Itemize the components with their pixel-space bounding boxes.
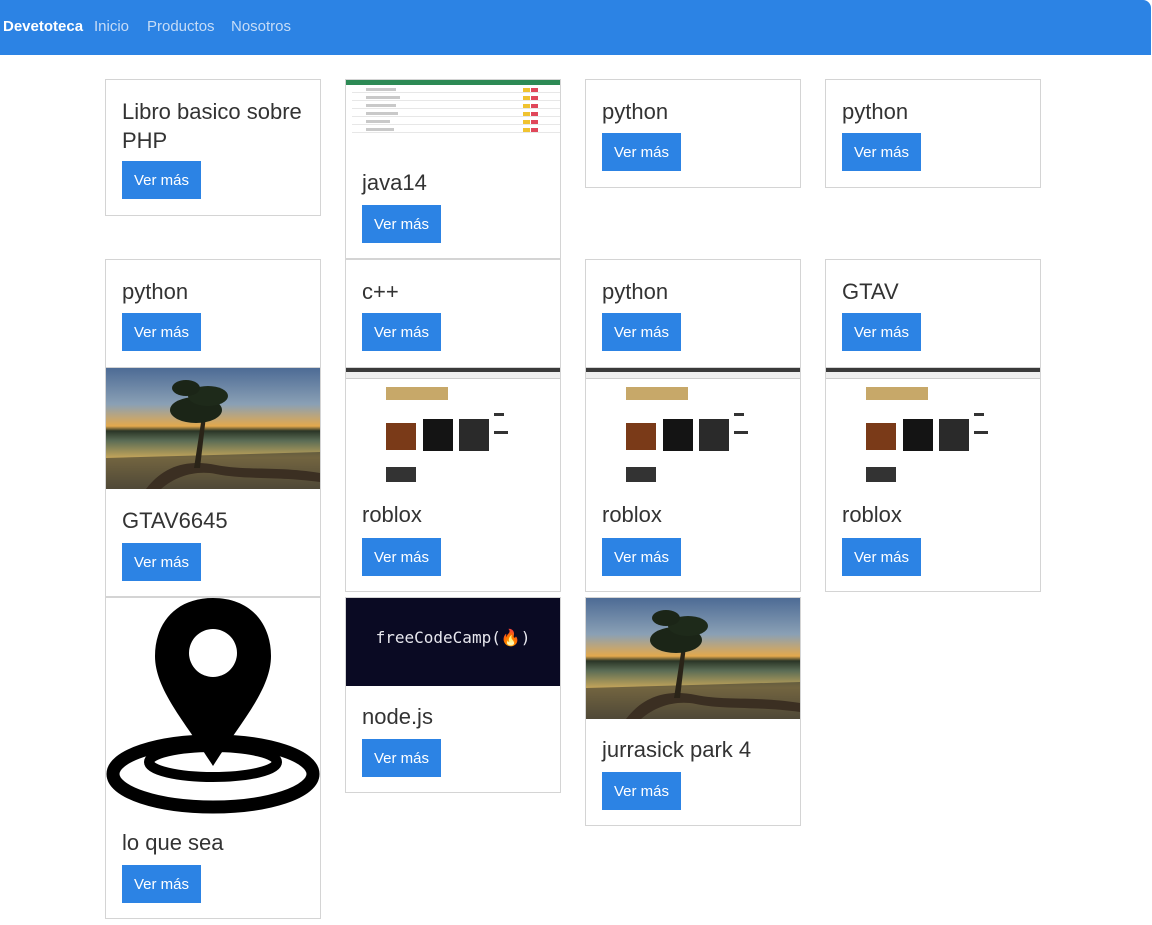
brand-link[interactable]: Devetoteca <box>3 18 83 35</box>
ver-mas-button[interactable]: Ver más <box>122 865 201 903</box>
card-title: python <box>842 99 909 124</box>
card-title: java14 <box>362 170 427 195</box>
location-pin-icon <box>106 598 320 814</box>
card-title: jurrasick park 4 <box>602 737 752 762</box>
card-title: python <box>602 99 669 124</box>
ver-mas-button[interactable]: Ver más <box>362 313 441 351</box>
card-image <box>826 368 1040 485</box>
product-card: python Ver más <box>825 79 1041 188</box>
product-card: lo que sea Ver más <box>105 597 321 919</box>
product-card: python Ver más <box>105 259 321 368</box>
navbar: Devetoteca Inicio Productos Nosotros <box>0 0 1151 55</box>
product-card: roblox Ver más <box>345 367 561 592</box>
product-card: freeCodeCamp(🔥) node.js Ver más <box>345 597 561 793</box>
product-card: roblox Ver más <box>585 367 801 592</box>
card-title: c++ <box>362 279 399 304</box>
ver-mas-button[interactable]: Ver más <box>842 313 921 351</box>
card-image <box>106 598 320 816</box>
product-card: roblox Ver más <box>825 367 1041 592</box>
product-card: python Ver más <box>585 259 801 368</box>
card-title: roblox <box>842 502 902 527</box>
product-card: python Ver más <box>585 79 801 188</box>
card-title: roblox <box>602 502 662 527</box>
ver-mas-button[interactable]: Ver más <box>602 133 681 171</box>
card-title: roblox <box>362 502 422 527</box>
product-card: GTAV Ver más <box>825 259 1041 368</box>
ver-mas-button[interactable]: Ver más <box>602 772 681 810</box>
ver-mas-button[interactable]: Ver más <box>122 161 201 199</box>
card-title: node.js <box>362 704 433 729</box>
ver-mas-button[interactable]: Ver más <box>842 133 921 171</box>
ver-mas-button[interactable]: Ver más <box>122 543 201 581</box>
card-title: GTAV <box>842 279 899 304</box>
product-card: GTAV6645 Ver más <box>105 367 321 597</box>
tree-image <box>106 380 320 489</box>
card-title: GTAV6645 <box>122 508 228 533</box>
nav-link-nosotros[interactable]: Nosotros <box>231 18 291 35</box>
ver-mas-button[interactable]: Ver más <box>362 538 441 576</box>
card-title: python <box>602 279 669 304</box>
card-title: Libro basico sobre PHP <box>122 99 302 153</box>
product-card: Libro basico sobre PHP Ver más <box>105 79 321 216</box>
card-image <box>586 368 800 485</box>
freecodecamp-logo: freeCodeCamp(🔥) <box>375 628 531 647</box>
ver-mas-button[interactable]: Ver más <box>842 538 921 576</box>
card-image <box>106 368 320 489</box>
card-image <box>586 598 800 719</box>
ver-mas-button[interactable]: Ver más <box>602 538 681 576</box>
tree-image <box>586 610 800 719</box>
product-card: jurrasick park 4 Ver más <box>585 597 801 826</box>
ver-mas-button[interactable]: Ver más <box>362 739 441 777</box>
ver-mas-button[interactable]: Ver más <box>122 313 201 351</box>
card-image <box>346 368 560 485</box>
card-image: freeCodeCamp(🔥) <box>346 598 560 686</box>
nav-link-productos[interactable]: Productos <box>147 18 215 35</box>
card-title: python <box>122 279 189 304</box>
nav-link-inicio[interactable]: Inicio <box>94 18 129 35</box>
product-card: java14 Ver más <box>345 79 561 259</box>
product-card: c++ Ver más <box>345 259 561 368</box>
card-image <box>346 80 560 137</box>
card-title: lo que sea <box>122 830 224 855</box>
ver-mas-button[interactable]: Ver más <box>362 205 441 243</box>
ver-mas-button[interactable]: Ver más <box>602 313 681 351</box>
